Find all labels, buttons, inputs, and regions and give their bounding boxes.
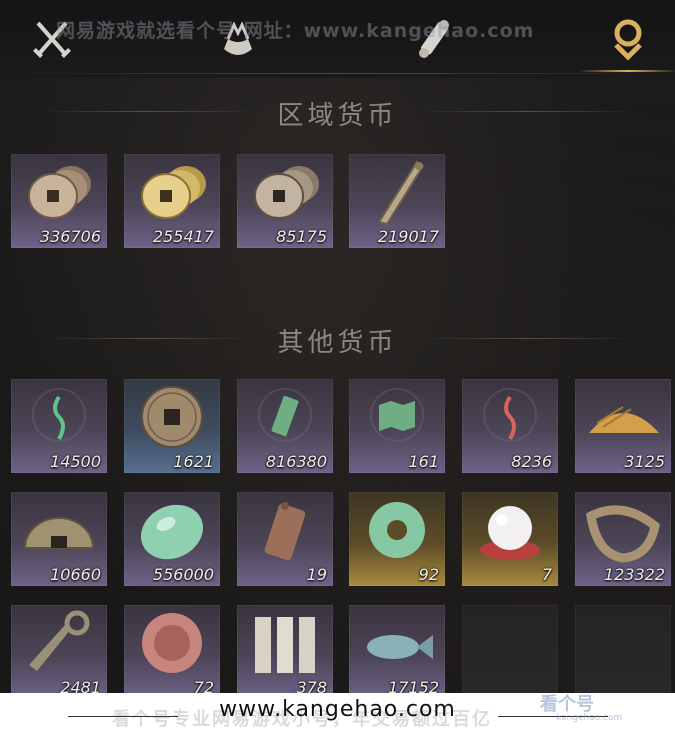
currency-tile[interactable]: 17152 — [349, 605, 445, 699]
currency-count: 92 — [418, 565, 439, 584]
currency-tile[interactable]: 161 — [349, 379, 445, 473]
currency-count: 816380 — [265, 452, 327, 471]
currency-count: 19 — [306, 565, 327, 584]
copper-plaque-icon — [264, 502, 306, 561]
grain-pile-icon — [589, 406, 659, 433]
currency-count: 85175 — [276, 227, 327, 246]
currency-count: 3125 — [624, 452, 665, 471]
currency-tile[interactable]: 123322 — [575, 492, 671, 586]
coin-string-icon — [586, 505, 660, 563]
tab-currency[interactable] — [578, 10, 675, 72]
currency-tile[interactable]: 72 — [124, 605, 220, 699]
spade-coin-icon — [29, 610, 90, 671]
currency-count: 10660 — [50, 565, 101, 584]
paper-notes-icon — [255, 617, 315, 673]
currency-tile[interactable]: 336706 — [11, 154, 107, 248]
currency-count: 8236 — [511, 452, 552, 471]
empty-slot — [575, 605, 671, 699]
currency-tile[interactable]: 92 — [349, 492, 445, 586]
section-title-regional: 区域货币 — [277, 101, 398, 131]
divider-right — [420, 111, 635, 112]
currency-tile[interactable]: 2481 — [11, 605, 107, 699]
section-title-other: 其他货币 — [277, 328, 398, 358]
currency-count: 219017 — [377, 227, 439, 246]
currency-icon — [614, 19, 642, 61]
currency-tile[interactable]: 556000 — [124, 492, 220, 586]
currency-tile[interactable]: 1621 — [124, 379, 220, 473]
currency-count: 7 — [541, 565, 552, 584]
bronze-coin-icon — [141, 386, 203, 448]
pink-seal-icon — [142, 613, 202, 673]
half-coin-icon — [23, 517, 95, 549]
currency-tile[interactable]: 14500 — [11, 379, 107, 473]
jade-ring-icon — [369, 502, 425, 558]
currency-tile[interactable]: 10660 — [11, 492, 107, 586]
coin-stack-icon — [28, 166, 91, 219]
currency-count: 336706 — [39, 227, 101, 246]
currency-count: 161 — [408, 452, 439, 471]
currency-count: 556000 — [152, 565, 214, 584]
currency-count: 14500 — [50, 452, 101, 471]
currency-tile[interactable]: 85175 — [237, 154, 333, 248]
coin-stack-icon — [254, 166, 319, 219]
jade-tablet-icon — [258, 388, 312, 442]
currency-count: 255417 — [152, 227, 214, 246]
fish-icon — [367, 635, 433, 659]
pearl-icon — [480, 506, 540, 560]
currency-tile[interactable]: 8236 — [462, 379, 558, 473]
blade-token-icon — [377, 160, 425, 226]
gold-coin-stack-icon — [141, 166, 206, 219]
red-glyph-icon — [483, 388, 537, 442]
currency-tile[interactable]: 255417 — [124, 154, 220, 248]
divider-right — [420, 338, 635, 339]
currency-count: 123322 — [603, 565, 665, 584]
currency-tile[interactable]: 19 — [237, 492, 333, 586]
watermark-top: 网易游戏就选看个号 网址：www.kangehao.com — [56, 20, 535, 42]
currency-tile[interactable]: 3125 — [575, 379, 671, 473]
currency-tile[interactable]: 7 — [462, 492, 558, 586]
jade-stone-icon — [140, 504, 204, 560]
empty-slot — [462, 605, 558, 699]
currency-tile[interactable]: 219017 — [349, 154, 445, 248]
footer-logo-sub: kangehao.com — [556, 713, 623, 723]
currency-tile[interactable]: 816380 — [237, 379, 333, 473]
currency-tile[interactable]: 378 — [237, 605, 333, 699]
green-glyph-icon — [32, 388, 86, 442]
currency-count: 1621 — [173, 452, 214, 471]
category-tab-bar: 网易游戏就选看个号 网址：www.kangehao.com — [0, 0, 675, 78]
map-fragment-icon — [370, 388, 424, 442]
